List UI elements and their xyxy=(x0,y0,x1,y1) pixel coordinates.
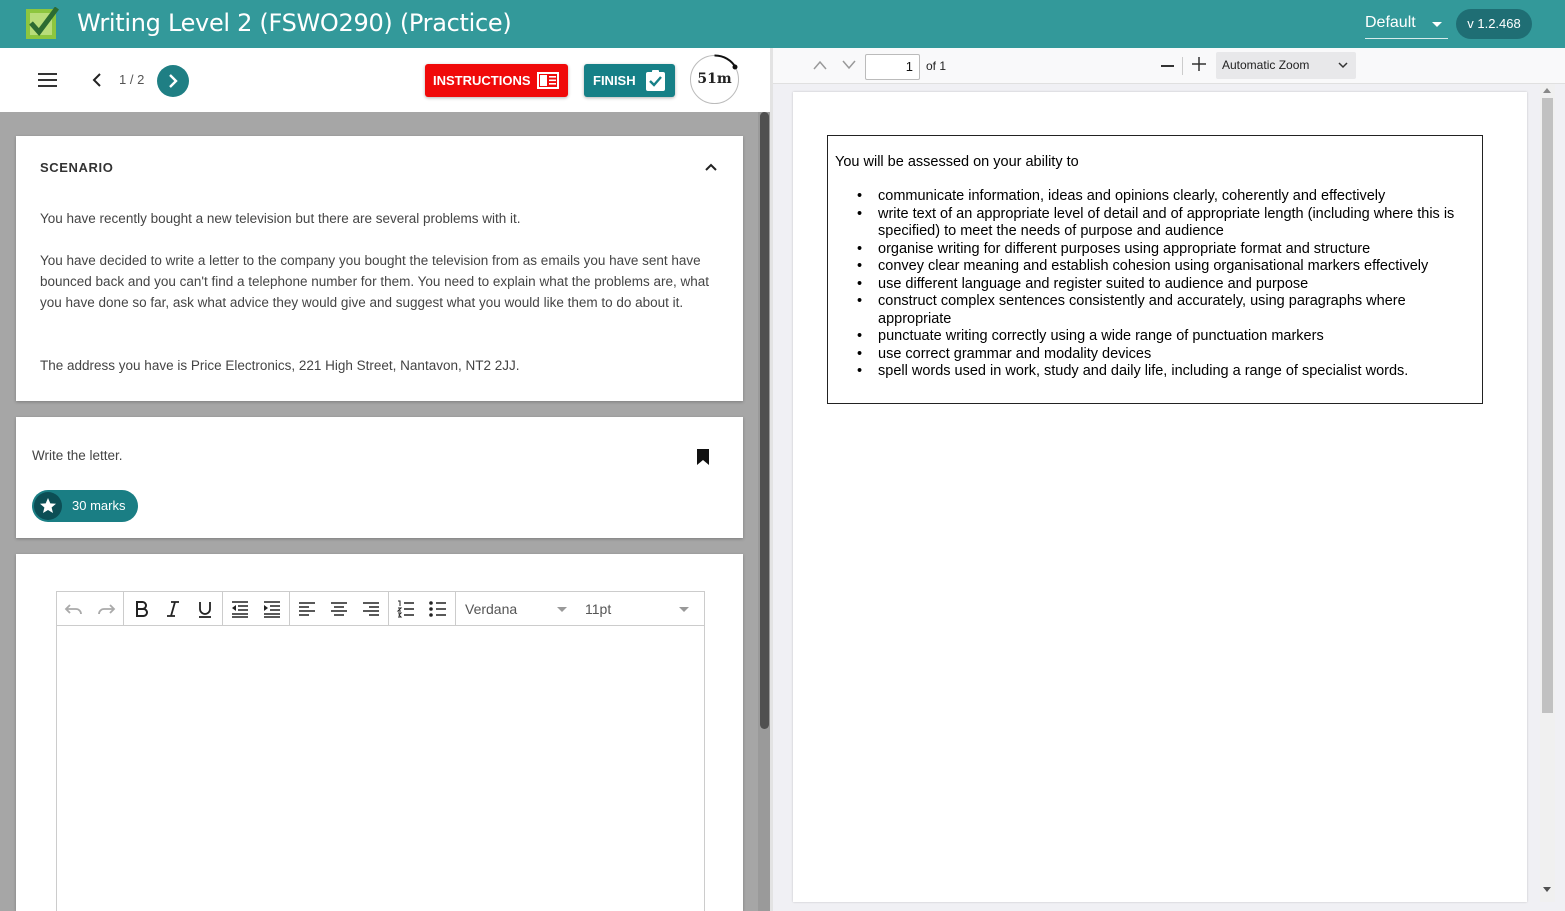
chevron-left-icon[interactable] xyxy=(90,72,104,88)
page-count-label: of 1 xyxy=(926,59,947,73)
toolbar-divider xyxy=(289,592,290,626)
list-item: punctuate writing correctly using a wide… xyxy=(857,328,1467,346)
marks-label: 30 marks xyxy=(72,498,126,513)
zoom-in-icon[interactable] xyxy=(1192,57,1206,71)
align-center-icon[interactable] xyxy=(328,598,350,620)
numbered-list-icon[interactable] xyxy=(395,598,417,620)
pdf-criteria-list: communicate information, ideas and opini… xyxy=(857,188,1467,381)
chevron-right-icon xyxy=(169,74,178,88)
instructions-button[interactable]: INSTRUCTIONS xyxy=(425,64,568,97)
star-icon xyxy=(34,492,62,520)
task-prompt: Write the letter. xyxy=(32,448,123,463)
scenario-card: SCENARIO You have recently bought a new … xyxy=(16,136,743,401)
toolbar-divider xyxy=(1182,57,1183,75)
app-header: Writing Level 2 (FSWO290) (Practice) Def… xyxy=(0,0,1565,48)
redo-icon[interactable] xyxy=(95,598,117,620)
caret-down-icon xyxy=(1432,22,1442,27)
task-card: Write the letter. 30 marks xyxy=(16,417,743,538)
toolbar-divider xyxy=(222,592,223,626)
page-title: Writing Level 2 (FSWO290) (Practice) xyxy=(77,9,512,37)
bulleted-list-icon[interactable] xyxy=(427,598,449,620)
theme-select[interactable]: Default xyxy=(1365,8,1448,39)
toolbar-divider xyxy=(388,592,389,626)
outdent-icon[interactable] xyxy=(229,598,251,620)
theme-select-value: Default xyxy=(1365,14,1416,31)
countdown-timer: 51m xyxy=(689,54,740,105)
finish-button[interactable]: FINISH xyxy=(584,64,675,97)
scrollbar-thumb[interactable] xyxy=(760,112,769,729)
font-size-value: 11pt xyxy=(585,601,612,617)
list-item: use different language and register suit… xyxy=(857,276,1467,294)
font-family-value: Verdana xyxy=(465,601,518,617)
next-question-button[interactable] xyxy=(157,65,189,97)
pdf-scrollbar-thumb[interactable] xyxy=(1542,98,1553,713)
italic-icon[interactable] xyxy=(162,598,184,620)
next-page-icon[interactable] xyxy=(842,59,856,71)
page-counter: 1 / 2 xyxy=(119,72,145,87)
instructions-button-label: INSTRUCTIONS xyxy=(433,73,531,88)
bookmark-icon[interactable] xyxy=(696,448,710,466)
align-left-icon[interactable] xyxy=(296,598,318,620)
toolbar-divider xyxy=(455,592,456,626)
list-item: use correct grammar and modality devices xyxy=(857,346,1467,364)
scenario-paragraph: You have recently bought a new televisio… xyxy=(40,211,521,226)
scenario-paragraph: You have decided to write a letter to th… xyxy=(40,253,710,310)
scenario-paragraph: The address you have is Price Electronic… xyxy=(40,358,520,373)
pdf-intro-text: You will be assessed on your ability to xyxy=(835,154,1079,170)
zoom-out-icon[interactable] xyxy=(1161,65,1174,67)
previous-page-icon[interactable] xyxy=(813,59,827,71)
caret-down-icon xyxy=(557,607,567,612)
timer-text: 51m xyxy=(697,71,732,87)
answer-card: Verdana 11pt xyxy=(16,554,743,911)
chevron-up-icon[interactable] xyxy=(704,162,718,172)
undo-icon[interactable] xyxy=(63,598,85,620)
list-item: organise writing for different purposes … xyxy=(857,241,1467,259)
clipboard-check-icon xyxy=(646,70,665,91)
zoom-select-value: Automatic Zoom xyxy=(1222,58,1310,72)
zoom-select[interactable]: Automatic Zoom xyxy=(1216,52,1356,79)
font-size-select[interactable]: 11pt xyxy=(585,592,695,626)
list-item: convey clear meaning and establish cohes… xyxy=(857,258,1467,276)
scroll-down-icon[interactable] xyxy=(1543,887,1551,892)
underline-icon[interactable] xyxy=(194,598,216,620)
list-item: write text of an appropriate level of de… xyxy=(857,206,1467,241)
caret-down-icon xyxy=(679,607,689,612)
list-item: spell words used in work, study and dail… xyxy=(857,363,1467,381)
align-right-icon[interactable] xyxy=(360,598,382,620)
document-icon xyxy=(537,72,559,89)
version-badge: v 1.2.468 xyxy=(1456,9,1532,39)
editor-toolbar: Verdana 11pt xyxy=(57,592,704,626)
answer-editor[interactable]: Verdana 11pt xyxy=(56,591,705,911)
chevron-down-icon xyxy=(1338,62,1348,69)
indent-icon[interactable] xyxy=(261,598,283,620)
app-logo-icon xyxy=(26,7,59,39)
menu-icon[interactable] xyxy=(38,73,58,87)
font-family-select[interactable]: Verdana xyxy=(465,592,575,626)
page-number-input[interactable]: 1 xyxy=(865,54,920,80)
toolbar-divider xyxy=(123,592,124,626)
finish-button-label: FINISH xyxy=(593,73,636,88)
list-item: construct complex sentences consistently… xyxy=(857,293,1467,328)
marks-chip: 30 marks xyxy=(32,490,138,522)
list-item: communicate information, ideas and opini… xyxy=(857,188,1467,206)
pdf-toolbar: 1 of 1 Automatic Zoom xyxy=(773,48,1565,84)
scroll-up-icon[interactable] xyxy=(1543,88,1551,93)
scenario-heading: SCENARIO xyxy=(40,160,114,175)
bold-icon[interactable] xyxy=(130,598,152,620)
question-toolbar: 1 / 2 INSTRUCTIONS FINISH 51m xyxy=(0,48,770,112)
